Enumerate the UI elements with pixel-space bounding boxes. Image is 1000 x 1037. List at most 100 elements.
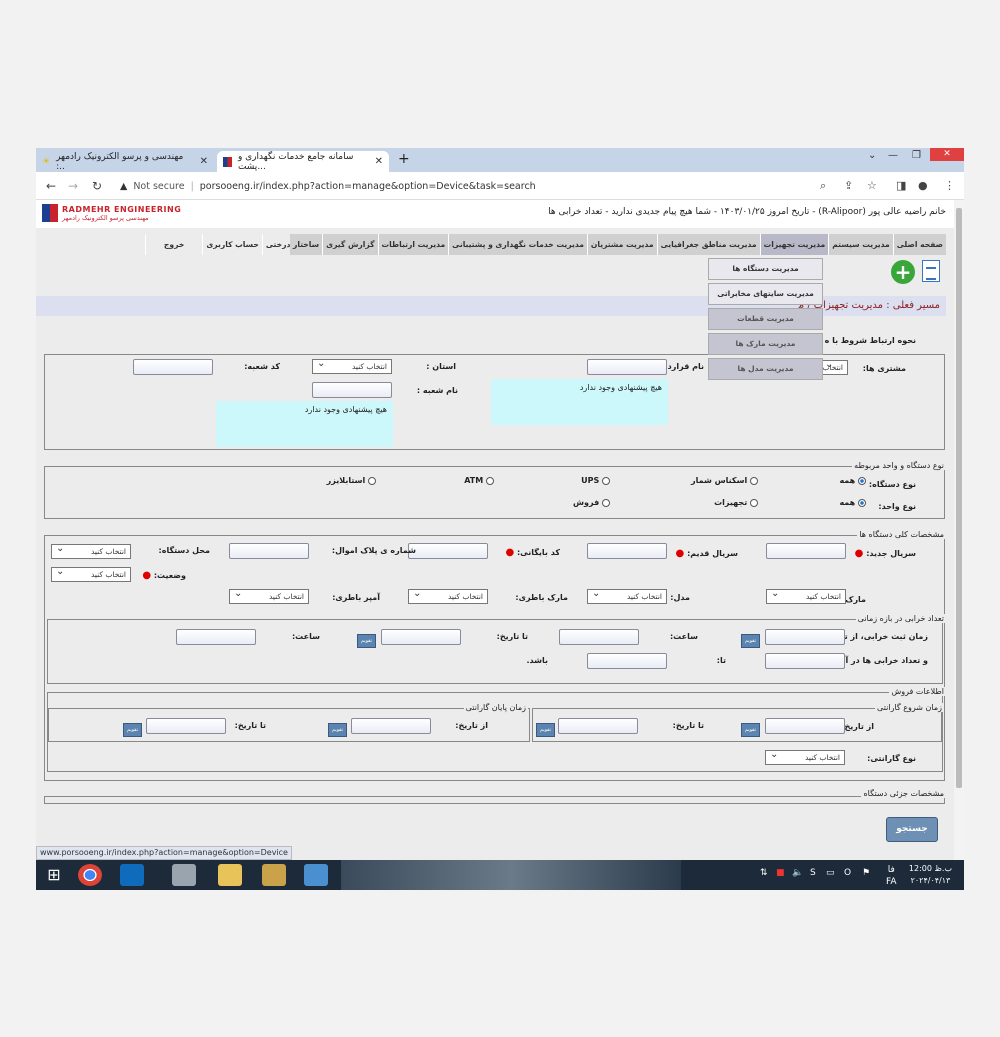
old-serial-input[interactable] [587, 543, 667, 559]
radio-device-atm[interactable]: ATM [464, 476, 494, 485]
share-icon[interactable]: ⇪ [844, 179, 853, 192]
hour-to-input[interactable] [176, 629, 256, 645]
language-indicator[interactable]: فا FA [886, 864, 897, 888]
document-icon[interactable] [922, 260, 940, 282]
radio-device-stabilizer[interactable]: استابلایزر [327, 476, 376, 485]
tab-radmehr[interactable]: ☀ مهندسی و پرسو الکترونیک رادمهر :.. ✕ [36, 151, 214, 172]
register-to-input[interactable] [381, 629, 461, 645]
close-window-icon[interactable]: ✕ [930, 148, 964, 161]
customer-select[interactable]: انتخاب [820, 358, 848, 375]
menu-logout[interactable]: خروج [144, 234, 202, 255]
back-icon[interactable]: ← [46, 179, 56, 193]
warranty-type-select[interactable]: انتخاب کنید [765, 748, 845, 765]
new-tab-icon[interactable]: + [398, 151, 410, 167]
menu-tree[interactable]: ساختار درختی [261, 234, 322, 255]
radio-unit-all[interactable]: همه [839, 498, 866, 507]
count-to-input[interactable] [587, 653, 667, 669]
battery-brand-select[interactable]: انتخاب کنید [408, 587, 488, 604]
device-type-legend: نوع دستگاه و واحد مربوطه [852, 461, 946, 470]
model-select[interactable]: انتخاب کنید [587, 587, 667, 604]
outlook-tray-icon[interactable]: O [844, 868, 851, 878]
add-icon[interactable]: + [891, 260, 915, 284]
antivirus-icon[interactable]: ■ [776, 868, 785, 878]
province-select[interactable]: انتخاب کنید [312, 357, 392, 374]
calendar-button[interactable]: تقویم [328, 723, 347, 737]
new-serial-input[interactable] [766, 543, 846, 559]
close-tab-icon[interactable]: ✕ [200, 156, 208, 167]
radio-unit-sales[interactable]: فروش [573, 498, 610, 507]
reload-icon[interactable]: ↻ [92, 179, 102, 193]
menu-equipment[interactable]: مدیریت تجهیزات [759, 234, 829, 255]
sidepanel-icon[interactable]: ◨ [896, 179, 906, 192]
menu-regions[interactable]: مدیریت مناطق جغرافیایی [656, 234, 760, 255]
contract-input[interactable] [587, 359, 667, 375]
submenu-telecom-sites[interactable]: مدیریت سایتهای مخابراتی [708, 283, 823, 305]
forward-icon[interactable]: → [68, 179, 78, 193]
calendar-button[interactable]: تقویم [123, 723, 142, 737]
count-from-input[interactable] [765, 653, 845, 669]
volume-icon[interactable]: 🔈 [792, 868, 803, 878]
status-select[interactable]: انتخاب کنید [51, 565, 131, 582]
archive-code-label: کد بایگانی: ● [505, 547, 560, 558]
warranty-start-to-input[interactable] [558, 718, 638, 734]
register-from-input[interactable] [765, 629, 845, 645]
menu-account[interactable]: حساب کاربری [202, 234, 262, 255]
warranty-start-from-input[interactable] [765, 718, 845, 734]
folder-icon[interactable] [218, 864, 242, 886]
archive-code-input[interactable] [408, 543, 488, 559]
printer-icon[interactable] [172, 864, 196, 886]
menu-customers[interactable]: مدیریت مشتریان [586, 234, 657, 255]
clock[interactable]: 12:00 ب.ظ ۲۰۲۴/۰۴/۱۳ [909, 863, 952, 887]
menu-communications[interactable]: مدیریت ارتباطات [377, 234, 449, 255]
chevron-down-icon[interactable]: ⌄ [868, 150, 876, 161]
menu-dots-icon[interactable]: ⋮ [944, 179, 955, 192]
star-icon[interactable]: ☆ [867, 179, 877, 192]
zoom-icon[interactable]: ⌕ [820, 179, 826, 193]
flag-icon[interactable]: ⚑ [862, 868, 870, 878]
tab-samaneh[interactable]: سامانه جامع خدمات نگهداری و پشت... ✕ [217, 151, 389, 172]
scrollbar-thumb[interactable] [956, 208, 962, 788]
calendar-button[interactable]: تقویم [357, 634, 376, 648]
page-scrollbar[interactable] [954, 200, 964, 860]
submenu-devices[interactable]: مدیریت دستگاه ها [708, 258, 823, 280]
search-button[interactable]: جستجو [886, 817, 938, 842]
radio-label: UPS [581, 476, 600, 485]
paint-icon[interactable] [262, 864, 286, 886]
url-field[interactable]: ▲ Not secure | porsooeng.ir/index.php?ac… [120, 177, 830, 195]
radio-device-counter[interactable]: اسکناس شمار [691, 476, 758, 485]
branch-code-input[interactable] [133, 359, 213, 375]
display-icon[interactable]: ▭ [826, 868, 835, 878]
menu-reports[interactable]: گزارش گیری [322, 234, 377, 255]
contract-heading: نحوه ارتباط شروط با ه [824, 336, 916, 345]
calendar-button[interactable]: تقویم [741, 634, 760, 648]
battery-amp-select[interactable]: انتخاب کنید [229, 587, 309, 604]
submenu-parts[interactable]: مدیریت قطعات [708, 308, 823, 330]
chrome-icon[interactable] [78, 864, 102, 886]
calendar-button[interactable]: تقویم [741, 723, 760, 737]
submenu-brands[interactable]: مدیریت مارک ها [708, 333, 823, 355]
outlook-icon[interactable] [120, 864, 144, 886]
windows-start-icon[interactable]: ⊞ [42, 864, 66, 886]
close-tab-icon[interactable]: ✕ [375, 156, 383, 167]
warranty-end-to-input[interactable] [146, 718, 226, 734]
profile-icon[interactable]: ● [918, 179, 928, 192]
radio-device-all[interactable]: همه [839, 476, 866, 485]
skype-icon[interactable]: S [810, 868, 816, 878]
menu-system[interactable]: مدیریت سیستم [828, 234, 893, 255]
asset-plate-input[interactable] [229, 543, 309, 559]
brand-select[interactable]: انتخاب کنید [766, 587, 846, 604]
submenu-models[interactable]: مدیریت مدل ها [708, 358, 823, 380]
branch-name-input[interactable] [312, 382, 392, 398]
photos-icon[interactable] [304, 864, 328, 886]
network-icon[interactable]: ⇅ [760, 868, 768, 878]
hour-from-input[interactable] [559, 629, 639, 645]
menu-home[interactable]: صفحه اصلی [892, 234, 946, 255]
device-location-select[interactable]: انتخاب کنید [51, 542, 131, 559]
menu-services[interactable]: مدیریت خدمات نگهداری و پشتیبانی [448, 234, 587, 255]
calendar-button[interactable]: تقویم [536, 723, 555, 737]
restore-icon[interactable]: ❐ [912, 150, 921, 161]
radio-device-ups[interactable]: UPS [581, 476, 610, 485]
minimize-icon[interactable]: — [888, 150, 898, 161]
radio-unit-equipment[interactable]: تجهیزات [714, 498, 758, 507]
warranty-end-from-input[interactable] [351, 718, 431, 734]
